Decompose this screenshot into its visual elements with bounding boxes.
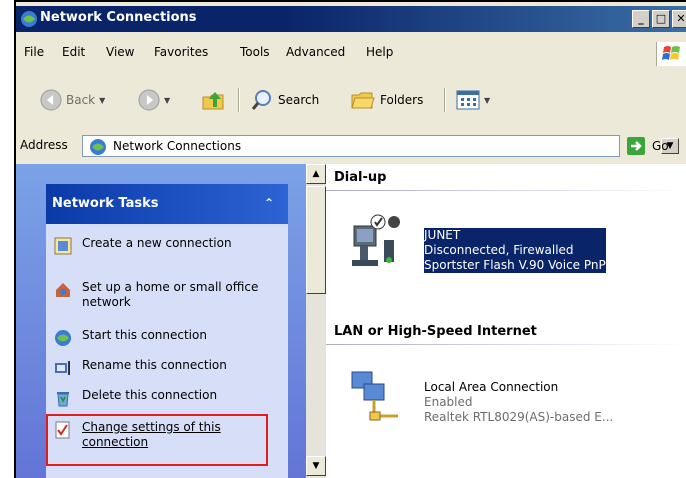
network-tasks-title: Network Tasks [52,196,159,211]
group-divider [326,190,686,191]
maximize-button[interactable]: □ [652,10,670,28]
window-title: Network Connections [40,10,197,25]
close-button[interactable]: ✕ [672,10,686,28]
network-globe-icon [90,139,106,155]
network-tasks-header[interactable]: Network Tasks ⌃ [46,184,288,224]
scroll-thumb[interactable] [306,186,326,294]
delete-icon [57,392,69,407]
toolbar-separator [444,88,446,112]
address-value: Network Connections [113,139,242,153]
group-divider [326,344,686,345]
lan-connection-status: Enabled [424,395,473,409]
network-connections-icon [21,11,37,27]
scroll-up-button[interactable]: ▲ [306,164,326,184]
back-button[interactable]: Back ▼ [40,86,105,114]
menu-view[interactable]: View [106,45,134,59]
dialup-connection-device: Sportster Flash V.90 Voice PnP [424,258,606,272]
address-input[interactable]: Network Connections ▼ [82,135,679,157]
folders-button[interactable]: Folders [350,86,423,114]
chevron-down-icon[interactable]: ▼ [484,96,490,105]
dialup-connection-status: Disconnected, Firewalled [424,243,574,257]
dialup-modem-icon [352,214,400,266]
views-icon [456,90,480,110]
home-network-icon [56,283,70,297]
address-label: Address [20,138,68,152]
highlight-annotation [46,414,268,466]
menu-advanced[interactable]: Advanced [286,45,345,59]
address-bar: Address Network Connections ▼ Go [16,132,686,160]
dialup-connection-item[interactable]: JUNET Disconnected, Firewalled Sportster… [424,228,606,273]
scroll-down-button[interactable]: ▼ [306,456,326,476]
windows-logo-icon [656,42,686,66]
task-delete-connection[interactable]: Delete this connection [54,388,272,407]
globe-icon [55,330,71,346]
menu-file[interactable]: File [24,45,44,59]
lan-connection-item[interactable]: Local Area Connection Enabled Realtek RT… [424,380,613,425]
group-title-lan: LAN or High-Speed Internet [334,324,537,339]
task-start-connection[interactable]: Start this connection [54,328,272,347]
group-title-dialup: Dial-up [334,170,387,185]
task-create-connection[interactable]: Create a new connection [54,236,272,255]
forward-arrow-icon [138,89,160,111]
chevron-down-icon[interactable]: ▼ [99,96,105,105]
search-button[interactable]: Search [250,86,319,114]
task-home-network[interactable]: Set up a home or small office network [54,280,272,310]
menu-help[interactable]: Help [366,45,393,59]
back-arrow-icon [40,89,62,111]
go-button[interactable]: Go [626,135,669,157]
menu-tools[interactable]: Tools [240,45,270,59]
search-icon [251,90,271,110]
go-label: Go [652,139,669,153]
toolbar: Back ▼ ▼ Search Folders ▼ [16,80,686,120]
up-folder-button[interactable] [200,86,226,114]
connections-list: Dial-up JUNET Disconnected, Firewalled S… [326,164,686,478]
minimize-button[interactable]: _ [632,10,650,28]
menu-bar: File Edit View Favorites Tools Advanced … [16,40,686,66]
new-connection-icon [54,237,72,255]
folders-icon [351,92,375,109]
lan-connection-name: Local Area Connection [424,380,559,394]
toolbar-separator [238,88,240,112]
menu-edit[interactable]: Edit [62,45,85,59]
collapse-chevron-icon[interactable]: ⌃ [260,194,278,212]
up-folder-icon [202,92,224,110]
views-button[interactable]: ▼ [456,86,490,114]
task-pane-scrollbar[interactable]: ▲ ▼ [306,164,326,478]
go-arrow-icon [627,137,645,155]
chevron-down-icon[interactable]: ▼ [164,96,170,105]
lan-connection-icon [351,371,398,421]
forward-button[interactable]: ▼ [138,86,170,114]
lan-connection-device: Realtek RTL8029(AS)-based E... [424,410,614,424]
task-rename-connection[interactable]: Rename this connection [54,358,272,377]
rename-icon [55,361,70,375]
title-bar[interactable]: Network Connections _ □ ✕ [16,6,686,32]
dialup-connection-name: JUNET [424,228,461,242]
menu-favorites[interactable]: Favorites [154,45,208,59]
